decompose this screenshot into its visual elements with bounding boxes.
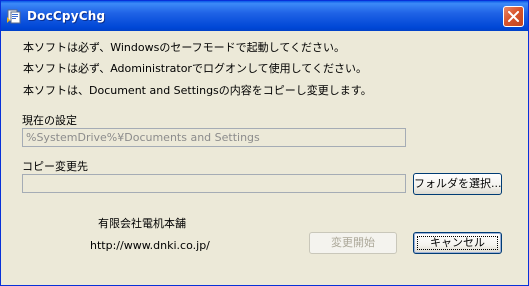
- company-url: http://www.dnki.co.jp/: [90, 239, 210, 252]
- window-title: DocCpyChg: [27, 9, 106, 23]
- destination-label: コピー変更先: [22, 160, 88, 173]
- start-change-label: 変更開始: [331, 236, 375, 249]
- close-icon: [508, 11, 519, 22]
- cancel-button[interactable]: キャンセル: [413, 232, 502, 254]
- destination-field[interactable]: [22, 174, 406, 193]
- current-setting-field: %SystemDrive%¥Documents and Settings: [22, 128, 406, 147]
- cancel-label: キャンセル: [430, 236, 485, 249]
- app-icon[interactable]: [6, 8, 22, 24]
- title-bar[interactable]: DocCpyChg: [1, 1, 528, 31]
- current-setting-label: 現在の設定: [22, 114, 77, 127]
- company-name: 有限会社電机本舗: [98, 217, 186, 230]
- close-button[interactable]: [503, 6, 524, 27]
- main-window: DocCpyChg 本ソフトは必ず、Windowsのセーフモードで起動してくださ…: [0, 0, 529, 286]
- browse-folder-label: フォルダを選択...: [414, 177, 502, 190]
- notice-safe-mode: 本ソフトは必ず、Windowsのセーフモードで起動してください。: [23, 41, 346, 54]
- start-change-button[interactable]: 変更開始: [309, 232, 397, 254]
- browse-folder-button[interactable]: フォルダを選択...: [413, 173, 502, 195]
- notice-administrator: 本ソフトは必ず、Adoministratorでログオンして使用してください。: [23, 62, 367, 75]
- notice-copy-change: 本ソフトは、Document and Settingsの内容をコピーし変更します…: [23, 84, 372, 97]
